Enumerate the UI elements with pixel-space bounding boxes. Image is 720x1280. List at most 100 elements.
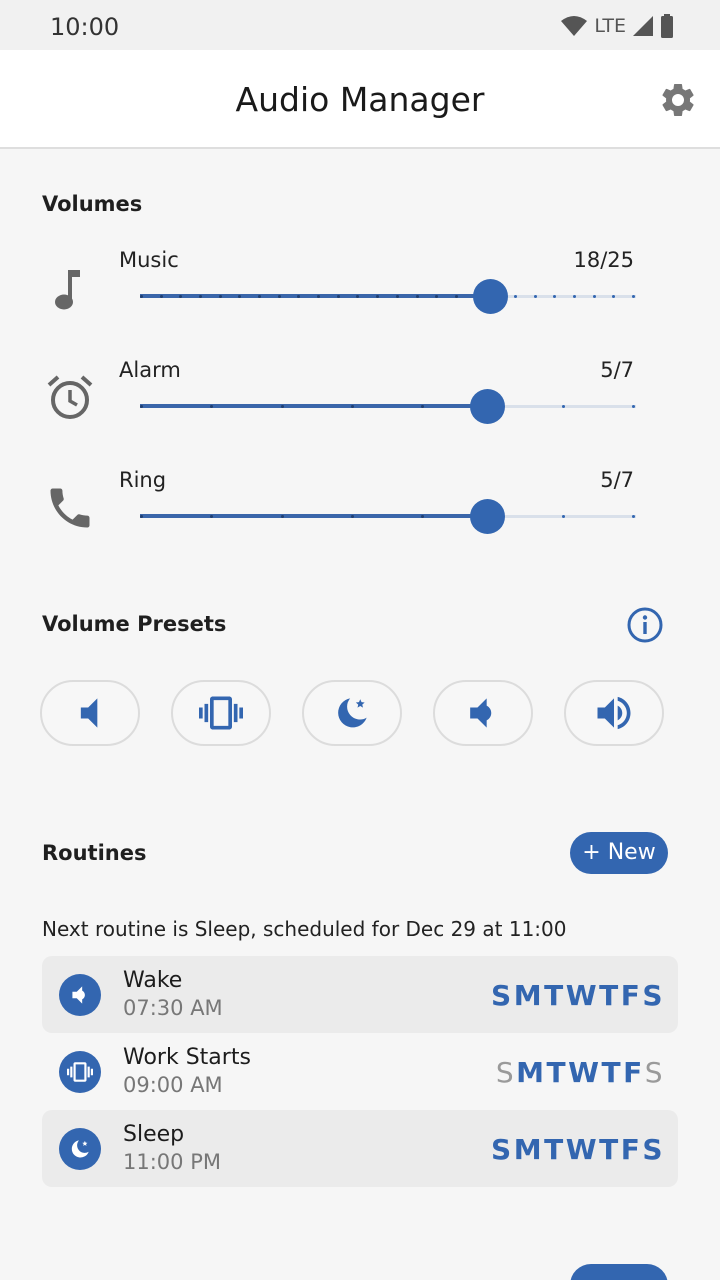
settings-button[interactable] bbox=[658, 80, 698, 120]
slider-thumb[interactable] bbox=[470, 389, 506, 424]
preset-low-volume-button[interactable] bbox=[433, 680, 533, 746]
day-indicator: T bbox=[544, 1133, 565, 1166]
preset-night-button[interactable] bbox=[302, 680, 402, 746]
ring-volume-slider[interactable] bbox=[140, 496, 636, 536]
moon-icon bbox=[71, 1140, 89, 1158]
preset-high-volume-button[interactable] bbox=[564, 680, 664, 746]
vibrate-icon bbox=[67, 1062, 93, 1082]
speaker-high-icon bbox=[597, 696, 631, 730]
day-indicator: T bbox=[546, 1056, 568, 1089]
slider-tick bbox=[395, 295, 399, 298]
gear-icon bbox=[662, 83, 694, 116]
speaker-low-icon bbox=[470, 698, 492, 728]
day-indicator: W bbox=[568, 1056, 601, 1089]
slider-tick bbox=[280, 405, 284, 408]
routines-title: Routines bbox=[42, 841, 147, 865]
day-indicator: S bbox=[491, 979, 513, 1012]
preset-vibrate-button[interactable] bbox=[171, 680, 271, 746]
routine-icon bbox=[59, 1051, 101, 1093]
routine-name: Wake bbox=[123, 968, 183, 993]
volume-row-music: Music 18/25 bbox=[0, 248, 720, 348]
phone-icon bbox=[50, 488, 90, 528]
volume-label: Ring bbox=[119, 468, 167, 492]
day-indicator: W bbox=[565, 1133, 599, 1166]
battery-icon bbox=[661, 14, 673, 38]
slider-tick bbox=[513, 295, 517, 298]
day-indicator: M bbox=[516, 1056, 546, 1089]
signal-icon bbox=[633, 16, 653, 36]
slider-tick bbox=[572, 295, 576, 298]
day-indicator: M bbox=[513, 1133, 544, 1166]
info-button[interactable] bbox=[626, 606, 664, 644]
presets-row bbox=[40, 680, 670, 746]
slider-tick bbox=[632, 515, 635, 518]
mute-speaker-icon bbox=[80, 698, 98, 728]
slider-tick bbox=[140, 515, 143, 518]
routine-item-wake[interactable]: Wake 07:30 AM SMTWTFS bbox=[42, 956, 678, 1033]
volume-row-alarm: Alarm 5/7 bbox=[0, 358, 720, 458]
moon-icon bbox=[338, 698, 367, 728]
wifi-icon bbox=[561, 16, 588, 36]
new-routine-button[interactable]: + New bbox=[570, 832, 668, 874]
day-indicator: S bbox=[642, 1133, 664, 1166]
day-indicator: F bbox=[620, 1133, 642, 1166]
slider-tick bbox=[561, 405, 565, 408]
app-title: Audio Manager bbox=[235, 80, 485, 119]
slider-tick bbox=[140, 295, 143, 298]
status-bar: 10:00 LTE bbox=[0, 0, 720, 50]
status-icons: LTE bbox=[560, 14, 674, 38]
speaker-low-icon bbox=[72, 986, 85, 1004]
routine-time: 11:00 PM bbox=[123, 1150, 221, 1174]
routine-time: 09:00 AM bbox=[123, 1073, 223, 1097]
slider-tick bbox=[277, 295, 281, 298]
routine-days: SMTWTFS bbox=[491, 979, 664, 1012]
slider-tick bbox=[336, 295, 340, 298]
slider-tick bbox=[632, 405, 635, 408]
day-indicator: W bbox=[565, 979, 599, 1012]
network-type: LTE bbox=[594, 15, 626, 37]
day-indicator: T bbox=[544, 979, 565, 1012]
slider-thumb[interactable] bbox=[472, 279, 508, 314]
slider-tick bbox=[350, 515, 354, 518]
info-icon bbox=[627, 607, 663, 643]
volume-label: Music bbox=[119, 248, 179, 272]
routine-icon bbox=[59, 974, 101, 1016]
slider-tick bbox=[280, 515, 284, 518]
alarm-clock-icon bbox=[47, 375, 93, 419]
slider-tick bbox=[140, 405, 143, 408]
next-routine-text: Next routine is Sleep, scheduled for Dec… bbox=[42, 917, 567, 941]
routine-item-work-starts[interactable]: Work Starts 09:00 AM SMTWTFS bbox=[42, 1033, 678, 1110]
music-volume-slider[interactable] bbox=[140, 276, 636, 316]
routine-name: Work Starts bbox=[123, 1045, 251, 1070]
slider-tick bbox=[218, 295, 222, 298]
volume-row-ring: Ring 5/7 bbox=[0, 468, 720, 568]
alarm-volume-slider[interactable] bbox=[140, 386, 636, 426]
slider-fill bbox=[140, 404, 485, 408]
day-indicator: M bbox=[513, 979, 544, 1012]
volumes-title: Volumes bbox=[42, 192, 143, 216]
day-indicator: T bbox=[601, 1056, 623, 1089]
preset-mute-button[interactable] bbox=[40, 680, 140, 746]
slider-tick bbox=[454, 295, 458, 298]
routine-days: SMTWTFS bbox=[491, 1133, 664, 1166]
day-indicator: F bbox=[623, 1056, 644, 1089]
vibrate-icon bbox=[199, 696, 243, 730]
presets-title: Volume Presets bbox=[42, 612, 227, 636]
day-indicator: S bbox=[491, 1133, 513, 1166]
slider-tick bbox=[533, 295, 537, 298]
music-note-icon bbox=[55, 270, 80, 310]
routine-item-sleep[interactable]: Sleep 11:00 PM SMTWTFS bbox=[42, 1110, 678, 1187]
routine-name: Sleep bbox=[123, 1122, 185, 1147]
slider-tick bbox=[415, 295, 419, 298]
slider-tick bbox=[561, 515, 565, 518]
status-time: 10:00 bbox=[50, 13, 120, 41]
routine-days: SMTWTFS bbox=[496, 1056, 664, 1089]
new-location-button[interactable] bbox=[570, 1264, 668, 1280]
slider-thumb[interactable] bbox=[470, 499, 506, 534]
day-indicator: S bbox=[642, 979, 664, 1012]
routine-time: 07:30 AM bbox=[123, 996, 223, 1020]
day-indicator: T bbox=[599, 1133, 620, 1166]
slider-tick bbox=[592, 295, 596, 298]
slider-tick bbox=[159, 295, 163, 298]
app-bar: Audio Manager bbox=[0, 50, 720, 149]
